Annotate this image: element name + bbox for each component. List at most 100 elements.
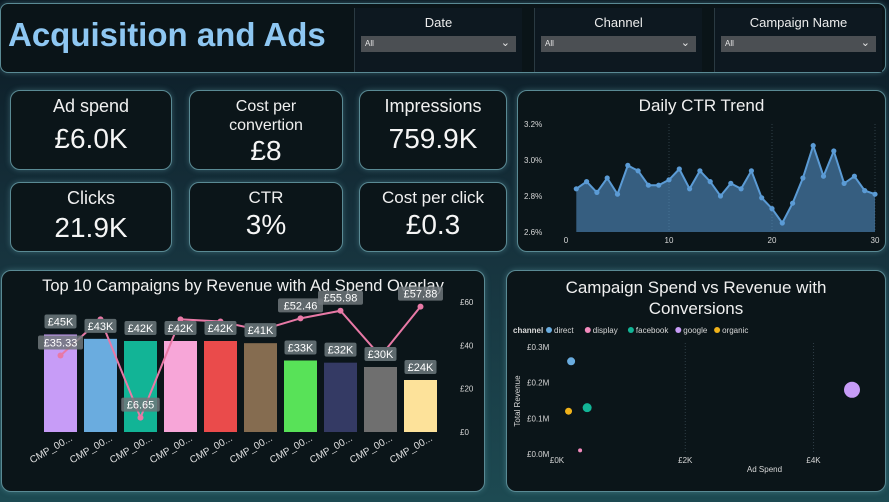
ctr-point: [656, 182, 662, 188]
legend-marker: [584, 327, 591, 333]
channel-slicer-label: Channel: [594, 15, 643, 30]
category-label: CMP_00...: [268, 433, 314, 466]
bar-label: £33K: [288, 343, 314, 355]
header-bar: Acquisition and Ads Date All ⌄ Channel A…: [0, 3, 886, 73]
y-tick-label: 3.2%: [524, 120, 542, 129]
ctr-point: [687, 186, 693, 192]
bar-label: £42K: [168, 323, 194, 335]
scatter-point: [565, 407, 573, 415]
bar-label: £24K: [408, 362, 434, 374]
legend-marker: [675, 327, 682, 333]
ctr-point: [800, 175, 806, 181]
category-label: CMP_00...: [108, 433, 154, 466]
ctr-point: [790, 200, 796, 206]
kpi-cost-per-conversion: Cost per convertion £8: [189, 90, 343, 170]
kpi-value: £6.0K: [54, 123, 128, 154]
category-label: CMP_00...: [228, 433, 274, 466]
y-tick-label: £0.0M: [527, 450, 550, 459]
date-slicer-label: Date: [424, 15, 453, 30]
x-tick-label: 20: [768, 236, 777, 245]
bar-label: £42K: [128, 323, 154, 335]
page-title: Acquisition and Ads: [8, 16, 326, 53]
y-tick-label: 2.8%: [524, 192, 542, 201]
category-label: CMP_00...: [148, 433, 194, 466]
bar: [284, 360, 317, 432]
ctr-point: [759, 195, 765, 201]
chevron-down-icon: ⌄: [860, 37, 870, 49]
y2-tick-label: £40: [460, 341, 474, 350]
channel-dropdown[interactable]: All ⌄: [541, 36, 696, 52]
campaign-dropdown[interactable]: All ⌄: [721, 36, 876, 52]
channel-dropdown-value: All: [545, 39, 554, 48]
ctr-point: [635, 168, 641, 174]
ctr-point: [779, 220, 785, 226]
x-tick-label: 0: [564, 236, 569, 245]
y-tick-label: £0.1M: [527, 414, 550, 423]
kpi-value: 3%: [245, 209, 287, 240]
ctr-point: [717, 193, 724, 199]
y2-tick-label: £60: [460, 298, 474, 307]
campaign-slicer-label: Campaign Name: [749, 15, 848, 30]
spend-revenue-chart: channel direct display facebook google organi…: [513, 326, 860, 474]
legend-label: google: [683, 326, 708, 335]
ctr-point: [584, 179, 590, 185]
x-tick-label: £4K: [806, 456, 821, 465]
legend-label: display: [593, 326, 618, 335]
ctr-point: [604, 175, 610, 181]
ctr-point: [831, 148, 837, 154]
date-dropdown[interactable]: All ⌄: [361, 36, 516, 52]
scatter-point: [582, 403, 592, 413]
ctr-point: [851, 173, 857, 179]
ctr-point: [862, 188, 868, 194]
ctr-point: [738, 186, 744, 192]
x-axis-label: Ad Spend: [747, 465, 782, 474]
date-dropdown-value: All: [365, 39, 374, 48]
x-tick-label: 30: [871, 236, 880, 245]
bar: [404, 380, 437, 432]
kpi-cost-per-click: Cost per click £0.3: [359, 182, 507, 252]
kpi-label: Cost per convertion: [229, 98, 303, 134]
kpi-value: 759.9K: [388, 123, 478, 154]
ctr-point: [769, 206, 775, 212]
ctr-point: [728, 180, 734, 186]
bar: [324, 362, 357, 432]
ctr-point: [594, 189, 600, 195]
kpi-value: £0.3: [405, 209, 461, 240]
date-slicer: Date All ⌄: [354, 8, 522, 72]
bar: [164, 341, 197, 432]
ctr-point: [625, 162, 631, 168]
category-label: CMP_00...: [188, 433, 234, 466]
ctr-point: [872, 191, 878, 197]
kpi-label: Impressions: [384, 96, 482, 116]
legend-title: channel: [513, 326, 543, 335]
ctr-trend-chart: 3.2% 3.0% 2.8% 2.6% 0 10 20 30: [524, 120, 880, 245]
y2-tick-label: £20: [460, 385, 474, 394]
y-axis-label: Total Revenue: [513, 375, 522, 427]
ctr-point: [573, 186, 579, 192]
scatter-point: [578, 448, 583, 453]
kpi-label: Ad spend: [52, 96, 130, 116]
y-tick-label: 2.6%: [524, 228, 542, 237]
category-label: CMP_00...: [388, 433, 434, 466]
ad-spend-point: [337, 307, 344, 314]
scatter-point: [567, 357, 576, 366]
ctr-point: [645, 182, 651, 188]
kpi-value: £8: [250, 135, 282, 166]
bar-label: £32K: [328, 345, 354, 357]
ctr-point: [810, 143, 816, 149]
ctr-point: [676, 166, 682, 172]
legend-marker: [627, 327, 634, 333]
ctr-point: [614, 191, 621, 197]
legend-marker: [714, 327, 721, 333]
ctr-point: [820, 173, 827, 179]
ad-spend-point: [297, 315, 304, 322]
kpi-value: 21.9K: [54, 212, 128, 243]
legend-label: direct: [554, 326, 574, 335]
scatter-point: [844, 381, 860, 398]
ctr-point: [666, 177, 672, 183]
line-label: £6.65: [127, 400, 155, 412]
campaign-slicer: Campaign Name All ⌄: [714, 8, 882, 72]
bar-label: £41K: [248, 325, 274, 337]
ad-spend-point: [137, 414, 144, 421]
category-label: CMP_00...: [308, 433, 354, 466]
